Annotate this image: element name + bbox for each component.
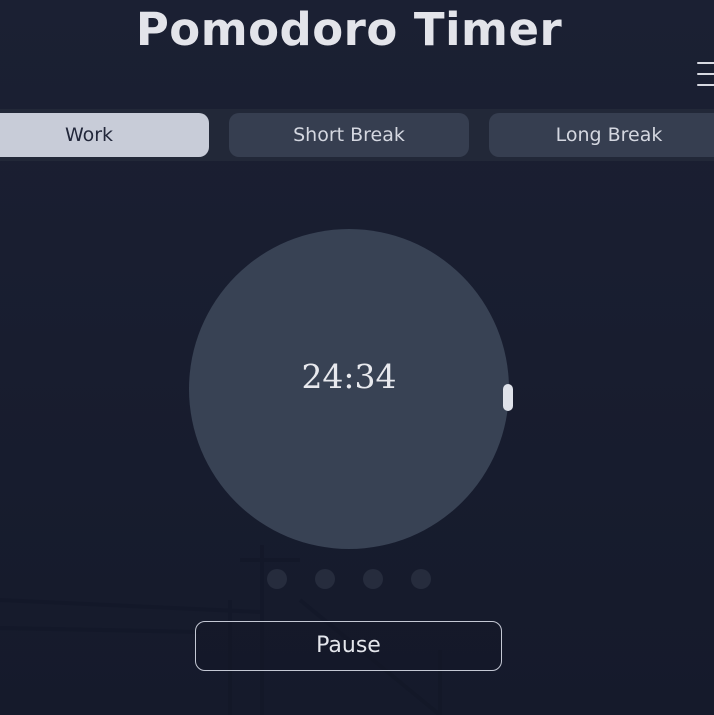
page-title: Pomodoro Timer bbox=[135, 3, 563, 56]
tab-long-break[interactable]: Long Break bbox=[489, 113, 714, 157]
tab-short-break[interactable]: Short Break bbox=[229, 113, 469, 157]
session-dot bbox=[363, 569, 383, 589]
timer-progress-handle[interactable] bbox=[503, 384, 513, 411]
session-dots bbox=[267, 569, 437, 589]
hamburger-menu-icon[interactable] bbox=[693, 58, 714, 90]
pause-button[interactable]: Pause bbox=[195, 621, 502, 671]
session-dot bbox=[267, 569, 287, 589]
session-dot bbox=[315, 569, 335, 589]
mode-tabs: Work Short Break Long Break bbox=[0, 109, 714, 161]
timer-dial: 24:34 bbox=[189, 229, 509, 549]
tab-work[interactable]: Work bbox=[0, 113, 209, 157]
timer-remaining: 24:34 bbox=[301, 357, 397, 396]
session-dot bbox=[411, 569, 431, 589]
